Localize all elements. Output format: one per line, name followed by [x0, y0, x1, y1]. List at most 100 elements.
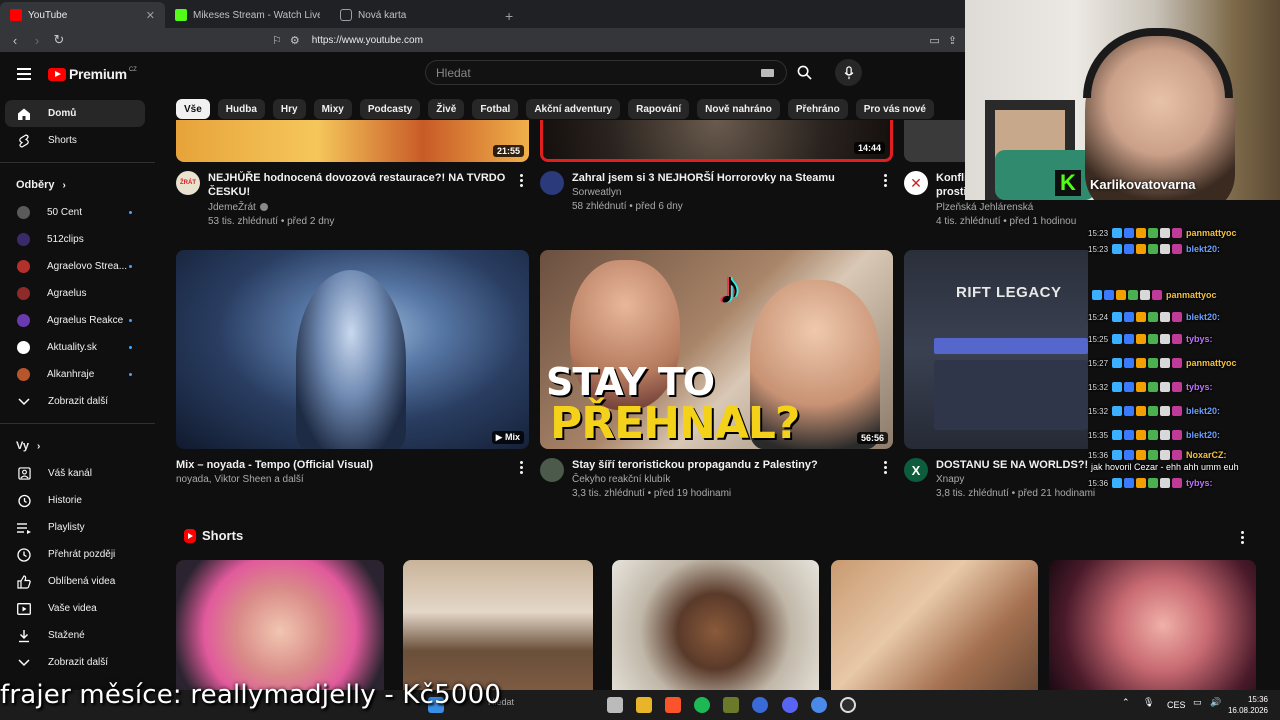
voice-search-button[interactable]: [835, 59, 862, 86]
discord-icon[interactable]: [782, 697, 798, 713]
you-heading[interactable]: Vy ›: [0, 432, 155, 460]
chip-6[interactable]: Fotbal: [472, 99, 519, 119]
obs-icon[interactable]: [840, 697, 856, 713]
file-explorer-icon[interactable]: [636, 697, 652, 713]
sidebar-item-like[interactable]: Oblíbená videa: [0, 568, 155, 595]
cast-icon[interactable]: ▭: [929, 34, 939, 47]
more-options-icon[interactable]: [520, 461, 524, 474]
bookmark-icon[interactable]: ⚐: [272, 34, 282, 47]
close-icon[interactable]: ✕: [146, 9, 155, 22]
chip-11[interactable]: Pro vás nové: [855, 99, 934, 119]
chip-4[interactable]: Podcasty: [359, 99, 421, 119]
search-button[interactable]: [787, 60, 821, 85]
app-icon[interactable]: [811, 697, 827, 713]
chip-7[interactable]: Akční adventury: [526, 99, 621, 119]
chip-9[interactable]: Nově nahráno: [697, 99, 780, 119]
app-icon[interactable]: [723, 697, 739, 713]
channel-avatar[interactable]: X: [904, 458, 928, 482]
video-title[interactable]: Zahral jsem si 3 NEJHORŠÍ Horrorovky na …: [572, 171, 872, 185]
sidebar-subscription[interactable]: 50 Cent: [0, 199, 155, 226]
video-channel[interactable]: JdemeŽrát: [208, 202, 268, 213]
task-view-icon[interactable]: [607, 697, 623, 713]
language-indicator[interactable]: CES: [1167, 700, 1186, 710]
forward-icon[interactable]: ›: [30, 33, 44, 48]
video-channel[interactable]: Sorweatlyn: [572, 187, 621, 198]
tab-kick[interactable]: Mikeses Stream - Watch Live on Kick: [165, 2, 330, 28]
tab-youtube[interactable]: YouTube ✕: [0, 2, 165, 28]
video-thumbnail[interactable]: 21:55: [176, 120, 529, 162]
sidebar-item-watch-later[interactable]: Přehrát později: [0, 541, 155, 568]
video-channel[interactable]: Plzeňská Jehlárenská: [936, 202, 1033, 213]
spotify-icon[interactable]: [694, 697, 710, 713]
more-options-icon[interactable]: [884, 174, 888, 187]
chip-2[interactable]: Hry: [272, 99, 306, 119]
share-icon[interactable]: ⇪: [948, 34, 957, 47]
sidebar-subscription[interactable]: Aktuality.sk: [0, 334, 155, 361]
chip-0[interactable]: Vše: [176, 99, 210, 119]
short-thumbnail[interactable]: [1049, 560, 1256, 690]
video-thumbnail[interactable]: RIFT LEGACY: [904, 250, 1088, 449]
network-icon[interactable]: ▭: [1193, 697, 1202, 708]
chip-5[interactable]: Živě: [428, 99, 465, 119]
video-title[interactable]: Konfli: [936, 171, 967, 185]
sidebar-item-shorts[interactable]: Shorts: [0, 127, 155, 154]
short-thumbnail[interactable]: [612, 560, 819, 690]
subscriptions-heading[interactable]: Odběry ›: [0, 171, 155, 199]
video-channel[interactable]: Xnapy: [936, 474, 964, 485]
sidebar-item-home[interactable]: Domů: [5, 100, 145, 127]
sidebar-show-more-subscriptions[interactable]: Zobrazit další: [0, 388, 155, 415]
video-channel[interactable]: noyada, Viktor Sheen a další: [176, 474, 304, 485]
url-field[interactable]: https://www.youtube.com: [312, 35, 922, 46]
sidebar-item-your-videos[interactable]: Vaše videa: [0, 595, 155, 622]
sidebar-item-channel[interactable]: Váš kanál: [0, 460, 155, 487]
tray-overflow-icon[interactable]: ⌃: [1122, 697, 1130, 708]
tray-mic-icon[interactable]: 🎙: [1143, 697, 1154, 708]
video-title[interactable]: DOSTANU SE NA WORLDS?!: [936, 458, 1088, 472]
video-title[interactable]: Mix – noyada - Tempo (Official Visual): [176, 458, 373, 472]
video-channel[interactable]: Čekyho reakční klubík: [572, 474, 670, 485]
sidebar-item-download[interactable]: Stažené: [0, 622, 155, 649]
video-thumbnail[interactable]: ♪ STAY TO PŘEHNAL? 56:56: [540, 250, 893, 449]
more-options-icon[interactable]: [884, 461, 888, 474]
video-title-line2[interactable]: prostř: [936, 185, 968, 199]
tab-new[interactable]: Nová karta: [330, 2, 495, 28]
sidebar-subscription[interactable]: 512clips: [0, 226, 155, 253]
short-thumbnail[interactable]: [176, 560, 384, 690]
short-thumbnail[interactable]: [403, 560, 593, 690]
sidebar-item-history[interactable]: Historie: [0, 487, 155, 514]
sidebar-subscription[interactable]: Alkanhraje: [0, 361, 155, 388]
sidebar-subscription[interactable]: Agraelovo Strea...: [0, 253, 155, 280]
brave-browser-icon[interactable]: [665, 697, 681, 713]
channel-avatar[interactable]: [540, 458, 564, 482]
keyboard-icon[interactable]: [761, 68, 774, 77]
short-thumbnail[interactable]: [831, 560, 1038, 690]
youtube-logo[interactable]: Premium CZ: [48, 66, 137, 82]
channel-avatar[interactable]: ✕: [904, 171, 928, 195]
video-title-line2[interactable]: ČESKU!: [208, 185, 250, 199]
sidebar-subscription[interactable]: Agraelus Reakce: [0, 307, 155, 334]
channel-avatar[interactable]: [540, 171, 564, 195]
chip-10[interactable]: Přehráno: [787, 99, 848, 119]
chip-3[interactable]: Mixy: [313, 99, 352, 119]
site-info-icon[interactable]: ⚙: [290, 34, 300, 47]
reload-icon[interactable]: ↻: [52, 32, 66, 48]
chip-1[interactable]: Hudba: [217, 99, 265, 119]
video-thumbnail[interactable]: 14:44: [540, 120, 893, 162]
sidebar-item-chevron-down[interactable]: Zobrazit další: [0, 649, 155, 676]
video-title[interactable]: Stay šíří teroristickou propagandu z Pal…: [572, 458, 818, 472]
app-icon[interactable]: [752, 697, 768, 713]
sidebar-subscription[interactable]: Agraelus: [0, 280, 155, 307]
more-options-icon[interactable]: [520, 174, 524, 187]
search-input[interactable]: Hledat: [425, 60, 787, 85]
more-options-icon[interactable]: [1241, 531, 1245, 544]
back-icon[interactable]: ‹: [8, 33, 22, 48]
menu-icon[interactable]: [17, 68, 31, 80]
channel-avatar[interactable]: ŽRÁT: [176, 171, 200, 195]
sidebar-item-playlist[interactable]: Playlisty: [0, 514, 155, 541]
video-thumbnail[interactable]: ▶ Mix: [176, 250, 529, 449]
chip-8[interactable]: Rapování: [628, 99, 690, 119]
taskbar-clock[interactable]: 15:36 16.08.2026: [1218, 694, 1268, 716]
video-title[interactable]: NEJHŮŘE hodnocená dovozová restaurace?! …: [208, 171, 508, 185]
video-thumbnail[interactable]: [904, 120, 965, 162]
new-tab-icon[interactable]: +: [495, 8, 523, 28]
